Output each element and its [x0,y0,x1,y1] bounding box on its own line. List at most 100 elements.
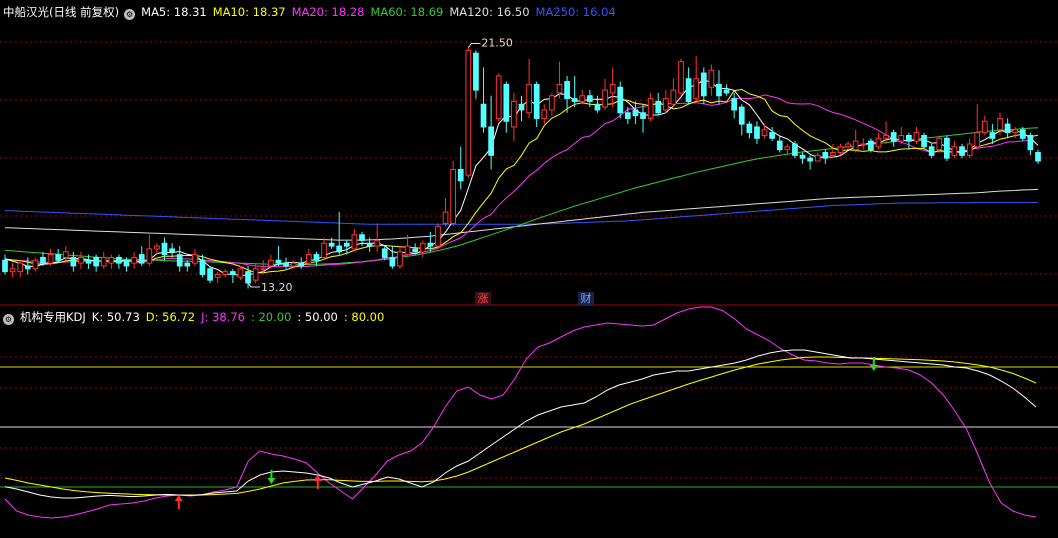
kdj-line-k [4,349,1037,499]
candle-body [351,234,358,250]
candle-body [883,134,889,139]
candle-body [336,245,343,253]
candle-body [381,248,388,258]
candle-body [138,254,145,264]
candle-body [761,129,768,136]
candle-body [116,256,122,264]
candle-body [997,117,1003,131]
low-pointer [247,282,261,288]
event-marker-financial-report[interactable]: 财 [578,292,594,306]
settings-icon[interactable]: ⚙ [3,314,14,325]
low-price-label: 13.20 [261,281,293,294]
candle-body [700,72,707,97]
candle-body [283,262,289,267]
candle-body [267,259,274,267]
candle-body [716,83,722,97]
candle-body [822,151,829,159]
candle-body [723,89,730,94]
candle-body [389,256,396,267]
candle-body [321,242,327,258]
candle-body [480,103,487,128]
candle-body [533,83,540,119]
candle-body [169,248,175,253]
kdj-line-d [4,356,1037,496]
candle-body [708,69,715,88]
kdj-title[interactable]: 机构专用KDJ [20,310,86,324]
d-value-label: D: 56.72 [145,310,196,324]
ma-line-ma120 [4,188,1039,241]
candle-body [55,254,62,261]
candle-body [655,100,662,114]
candle-body [868,140,874,151]
candle-body [435,225,441,247]
candle-body [738,106,745,125]
candle-body [799,154,806,159]
candle-body [852,140,859,151]
candle-body [359,234,365,241]
candle-body [108,256,115,264]
stock-chart[interactable]: 21.50 13.20 [0,0,1058,538]
high-price-label: 21.50 [481,37,513,50]
candle-body [207,268,213,281]
candle-body [617,86,624,114]
candle-body [898,134,905,142]
ma250-label: MA250: 16.04 [535,5,616,19]
candle-body [495,75,502,119]
candle-body [875,137,882,148]
candle-body [792,143,798,156]
candle-body [784,146,791,151]
candle-body [32,259,39,270]
candle-body [93,256,100,267]
candle-body [24,265,31,270]
ma20-label: MA20: 18.28 [291,5,365,19]
candle-body [1019,129,1026,139]
candle-body [305,254,312,264]
price-header: 中船汉光(日线 前复权) ⚙ MA5: 18.31 MA10: 18.37 MA20: … [3,3,622,21]
candle-body [40,256,46,264]
candle-body [624,112,631,119]
candle-body [85,259,92,264]
candle-body [366,242,373,247]
candle-body [754,126,760,139]
buy-signal-arrow-head-icon [174,495,183,501]
candle-body [450,169,456,224]
candle-body [951,146,958,156]
candle-body [192,254,198,264]
candle-body [1012,129,1019,134]
kdj-line-j [4,306,1037,519]
candle-body [845,143,851,148]
candle-body [17,262,24,273]
candle-body [769,132,776,139]
candle-body [807,157,813,162]
event-marker-limit-up[interactable]: 涨 [475,292,491,306]
candle-body [260,268,267,271]
candle-body [685,78,692,102]
candle-body [78,256,84,264]
candle-body [9,268,16,273]
candle-body [70,256,77,267]
candle-body [412,248,419,253]
candle-body [442,211,449,224]
candle-body [989,132,996,139]
candle-body [890,132,897,142]
candle-body [1004,123,1011,134]
candle-body [693,78,700,100]
candle-body [397,251,403,267]
settings-icon[interactable]: ⚙ [124,9,136,20]
candle-body [237,268,244,278]
ma-line-ma250 [4,201,1038,225]
candle-body [427,242,434,247]
j-value-label: J: 38.76 [201,310,245,324]
candle-body [594,103,601,111]
candle-body [541,109,548,119]
candle-body [632,109,639,117]
kdj-header: ⚙ 机构专用KDJ K: 50.73 D: 56.72 J: 38.76: 20.00:… [3,308,390,326]
stock-title[interactable]: 中船汉光(日线 前复权) [3,5,119,19]
candle-body [860,143,867,146]
candle-body [571,98,578,102]
candle-body [518,103,525,111]
candle-body [374,239,381,247]
candle-body [1035,151,1041,162]
candle-body [830,151,836,156]
candle-body [222,271,229,275]
